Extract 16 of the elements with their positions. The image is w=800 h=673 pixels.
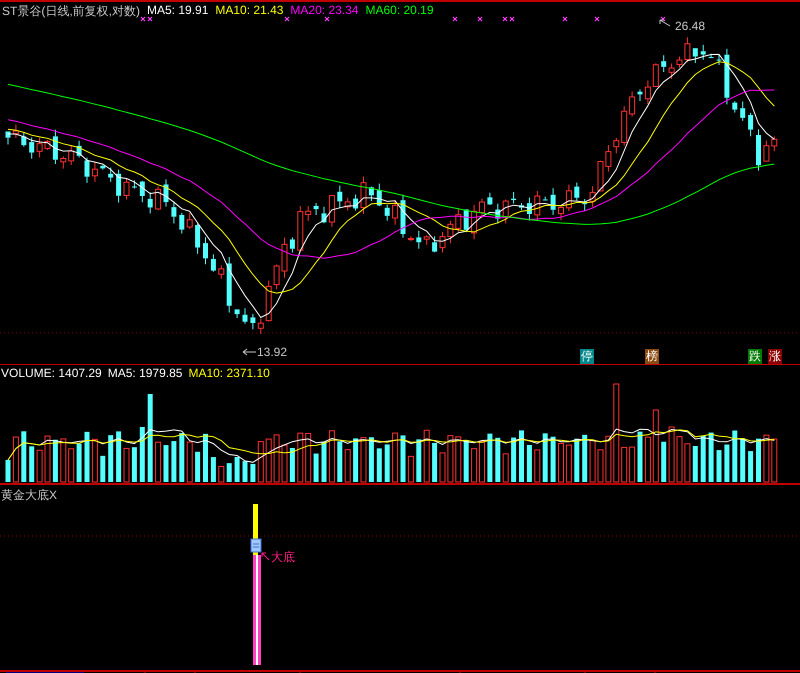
indicator-label: VOLUME: 1407.29	[1, 366, 102, 380]
signal-badge: 涨	[768, 349, 782, 364]
high-price-label: 26.48	[675, 19, 706, 33]
signal-badge: 榜	[645, 349, 659, 364]
indicator-label: MA5: 19.91	[147, 3, 208, 19]
indicator-label: MA10: 21.43	[215, 3, 284, 19]
signal-badge: 停	[580, 349, 594, 364]
indicator-label: MA5: 1979.85	[108, 366, 182, 380]
chart-title: ST景谷(日线,前复权,对数)	[2, 3, 140, 20]
indicator-label: MA10: 2371.10	[188, 366, 270, 380]
signal-label: 大底	[271, 549, 295, 566]
low-price-label: 13.92	[257, 345, 288, 359]
signal-badge: 跌	[748, 349, 762, 364]
indicator-label: MA20: 23.34	[290, 3, 358, 19]
indicator-title: 黄金大底X	[1, 487, 58, 504]
indicator-label: MA60: 20.19	[365, 3, 434, 19]
